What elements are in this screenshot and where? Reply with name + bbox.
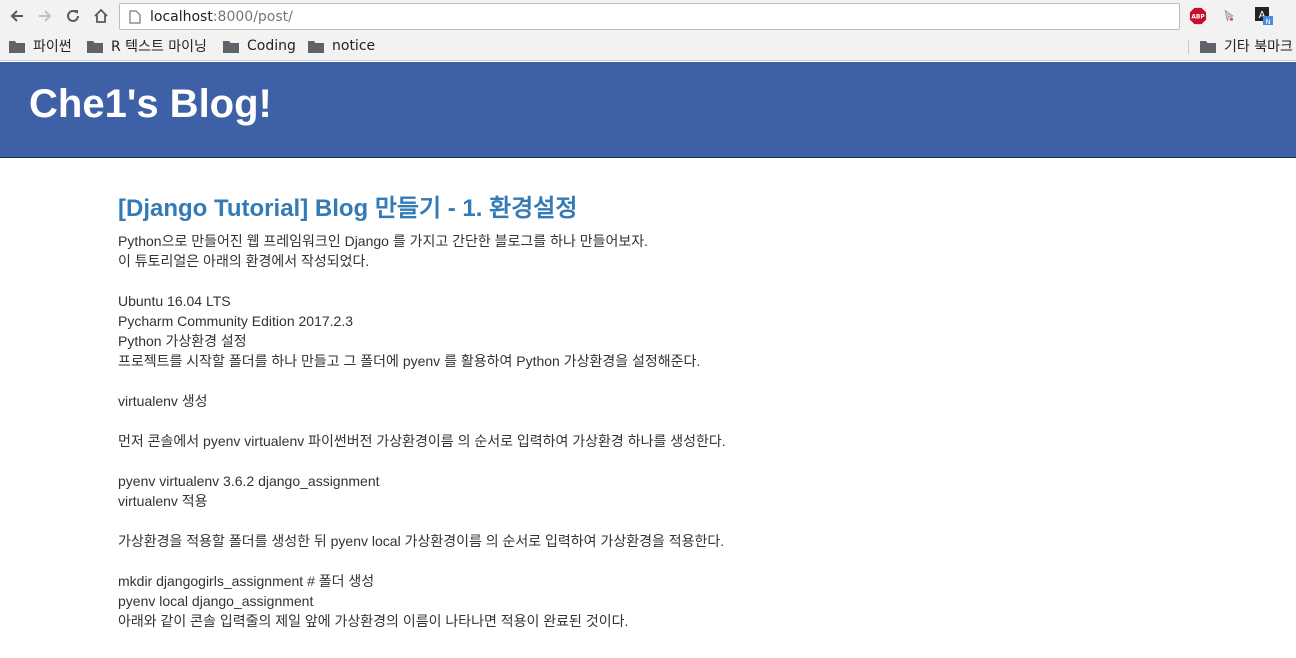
adblock-plus-icon[interactable]: ABP	[1188, 6, 1208, 26]
post-line: Python 가상환경 설정	[118, 333, 247, 349]
folder-icon	[9, 40, 25, 53]
reload-icon[interactable]	[61, 4, 85, 28]
post-body: Python으로 만들어진 웹 프레임워크인 Django 를 가지고 간단한 …	[118, 231, 1218, 631]
site-title[interactable]: Che1's Blog!	[29, 82, 272, 126]
bookmark-folder-notice[interactable]: notice	[308, 37, 375, 55]
post-line: 프로젝트를 시작할 폴더를 하나 만들고 그 폴더에 pyenv 를 활용하여 …	[118, 353, 701, 369]
post-line: 가상환경을 적용할 폴더를 생성한 뒤 pyenv local 가상환경이름 의…	[118, 533, 725, 549]
bookmarks-separator	[1188, 40, 1189, 54]
translate-sub-label: N	[1265, 18, 1270, 26]
folder-icon	[1200, 40, 1216, 53]
page-icon	[129, 9, 141, 24]
adblock-label: ABP	[1191, 15, 1205, 21]
post-line	[118, 511, 1218, 531]
bookmarks-bar: 파이썬 R 텍스트 마이닝 Coding notice 기타 북마크	[0, 32, 1296, 61]
post-line: Python으로 만들어진 웹 프레임워크인 Django 를 가지고 간단한 …	[118, 233, 649, 249]
post-line: mkdir djangogirls_assignment # 폴더 생성	[118, 573, 375, 589]
address-bar[interactable]: localhost:8000/post/	[119, 3, 1180, 30]
forward-icon[interactable]	[33, 4, 57, 28]
url-host: localhost	[150, 8, 213, 25]
browser-toolbar: localhost:8000/post/ ABP AN	[0, 0, 1296, 32]
post-line	[118, 271, 1218, 291]
post-line: pyenv local django_assignment	[118, 593, 314, 609]
bookmark-label: 기타 북마크	[1224, 39, 1293, 55]
folder-icon	[87, 40, 103, 53]
bookmark-label: notice	[332, 38, 376, 54]
post-line: virtualenv 생성	[118, 393, 208, 409]
bookmark-folder-other[interactable]: 기타 북마크	[1200, 37, 1293, 55]
post-line: Pycharm Community Edition 2017.2.3	[118, 313, 353, 329]
bookmark-folder-python[interactable]: 파이썬	[9, 37, 72, 55]
post-line: 아래와 같이 콘솔 입력줄의 제일 앞에 가상환경의 이름이 나타나면 적용이 …	[118, 613, 629, 629]
post-line: pyenv virtualenv 3.6.2 django_assignment	[118, 473, 380, 489]
folder-icon	[308, 40, 324, 53]
post-title-link[interactable]: [Django Tutorial] Blog 만들기 - 1. 환경설정	[118, 194, 1218, 224]
translate-extension-icon[interactable]: AN	[1254, 6, 1274, 26]
cursor-extension-icon[interactable]	[1219, 6, 1239, 26]
post-line: virtualenv 적용	[118, 493, 208, 509]
bookmark-folder-r-text-mining[interactable]: R 텍스트 마이닝	[87, 37, 207, 55]
bookmark-folder-coding[interactable]: Coding	[223, 37, 296, 55]
bookmark-label: Coding	[247, 38, 296, 54]
post-line	[118, 411, 1218, 431]
bookmark-label: 파이썬	[33, 39, 72, 55]
post-line: Ubuntu 16.04 LTS	[118, 293, 231, 309]
home-icon[interactable]	[89, 4, 113, 28]
post-line	[118, 451, 1218, 471]
post-line	[118, 551, 1218, 571]
bookmark-label: R 텍스트 마이닝	[111, 39, 207, 55]
post-line	[118, 371, 1218, 391]
site-header: Che1's Blog!	[0, 62, 1296, 158]
post-line: 이 튜토리얼은 아래의 환경에서 작성되었다.	[118, 253, 370, 269]
url-path: :8000/post/	[212, 8, 293, 25]
back-icon[interactable]	[5, 4, 29, 28]
post: [Django Tutorial] Blog 만들기 - 1. 환경설정 Pyt…	[118, 194, 1218, 631]
folder-icon	[223, 40, 239, 53]
post-line: 먼저 콘솔에서 pyenv virtualenv 파이썬버전 가상환경이름 의 …	[118, 433, 726, 449]
